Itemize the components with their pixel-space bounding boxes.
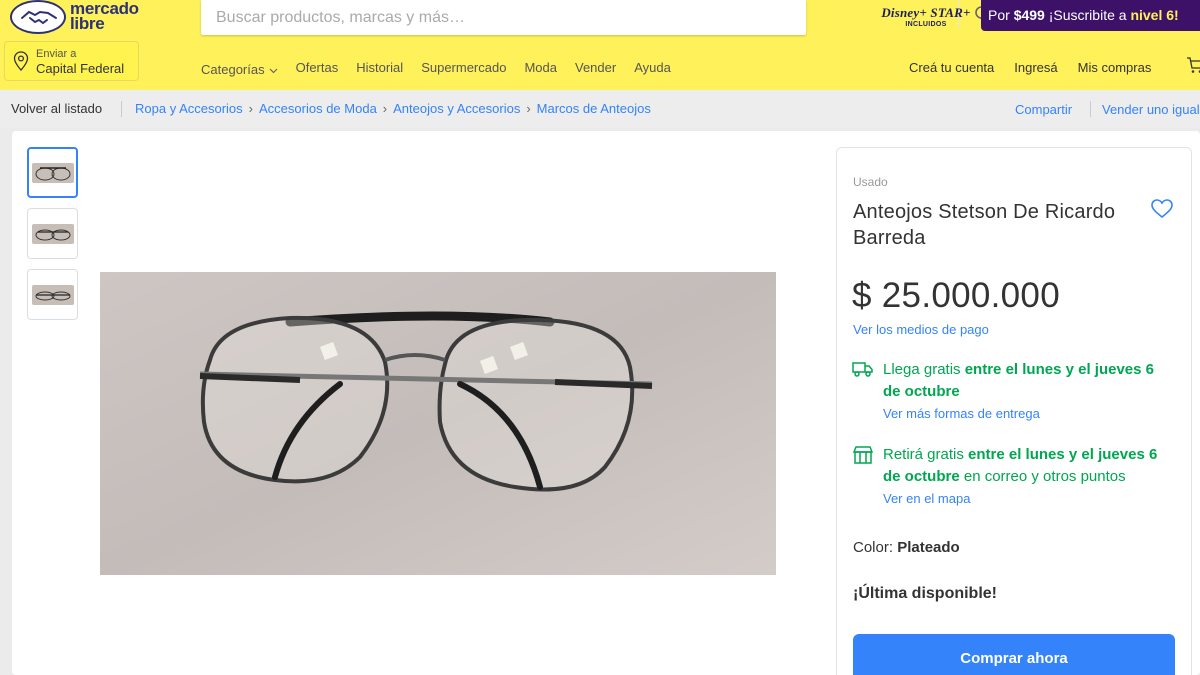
chevron-down-icon [269, 62, 278, 77]
nav-ofertas[interactable]: Ofertas [296, 60, 339, 78]
stock-status: ¡Última disponible! [853, 585, 997, 602]
breadcrumb-item[interactable]: Marcos de Anteojos [537, 101, 651, 116]
nav-moda[interactable]: Moda [524, 60, 557, 78]
favorite-heart-icon[interactable] [1151, 199, 1173, 224]
pickup-pre: Retirá gratis [883, 446, 969, 463]
color-label: Color: [853, 539, 898, 556]
nav-historial[interactable]: Historial [356, 60, 403, 78]
color-value: Plateado [897, 539, 960, 556]
nav-categorias[interactable]: Categorías [201, 60, 278, 78]
user-nav: Creá tu cuenta Ingresá Mis compras [909, 60, 1151, 78]
thumbnail-1[interactable] [27, 147, 78, 198]
shipping-pre: Llega gratis [883, 361, 965, 378]
nav-ayuda[interactable]: Ayuda [634, 60, 671, 78]
location-value: Capital Federal [36, 61, 125, 76]
disney-star-badge[interactable]: Disney+ STAR+ INCLUIDOS [880, 6, 972, 36]
pickup-post: en correo y otros puntos [959, 468, 1126, 485]
promo-middle: ¡Suscribite a [1044, 7, 1131, 23]
create-account-link[interactable]: Creá tu cuenta [909, 60, 994, 78]
nav-supermercado[interactable]: Supermercado [421, 60, 506, 78]
header: mercado libre Disney+ STAR+ INCLUIDOS Po… [0, 0, 1200, 90]
promo-prefix: Por [988, 7, 1014, 23]
product-main-image[interactable] [100, 272, 776, 575]
share-link[interactable]: Compartir [1015, 102, 1072, 117]
condition-label: Usado [853, 175, 888, 189]
nav-vender[interactable]: Vender [575, 60, 616, 78]
chevron-right-icon: › [382, 101, 388, 116]
payment-methods-link[interactable]: Ver los medios de pago [853, 322, 989, 337]
pickup-info: Retirá gratis entre el lunes y el jueves… [883, 444, 1173, 488]
breadcrumb-divider [1090, 101, 1091, 117]
thumbnail-glasses-image [31, 162, 74, 183]
my-purchases-link[interactable]: Mis compras [1078, 60, 1152, 78]
breadcrumb-divider [121, 101, 122, 117]
promo-level: nivel 6! [1130, 7, 1179, 23]
main-nav: Categorías Ofertas Historial Supermercad… [201, 60, 671, 78]
subscription-promo[interactable]: Por $499 ¡Suscribite a nivel 6! [981, 0, 1200, 31]
breadcrumb-bar: Volver al listado Ropa y Accesorios › Ac… [0, 90, 1200, 128]
promo-price: $499 [1013, 7, 1045, 23]
back-to-list-link[interactable]: Volver al listado [11, 101, 102, 116]
thumbnail-glasses-image [31, 284, 74, 305]
chevron-right-icon: › [526, 101, 531, 116]
search-input[interactable] [201, 0, 761, 35]
disney-star-text: Disney+ STAR+ [881, 5, 971, 20]
delivery-location[interactable]: Enviar a Capital Federal [4, 41, 139, 81]
nav-categorias-label: Categorías [201, 61, 265, 77]
thumbnail-3[interactable] [27, 269, 78, 320]
breadcrumb-item[interactable]: Accesorios de Moda [259, 101, 377, 116]
breadcrumb: Ropa y Accesorios › Accesorios de Moda ›… [135, 101, 651, 116]
handshake-icon [10, 0, 66, 34]
breadcrumb-item[interactable]: Ropa y Accesorios [135, 101, 243, 116]
shipping-info: Llega gratis entre el lunes y el jueves … [883, 359, 1173, 403]
logo-text: mercado libre [70, 0, 139, 33]
location-pin-icon [13, 51, 29, 76]
disney-included-text: INCLUIDOS [905, 21, 947, 28]
location-label: Enviar a [36, 48, 77, 60]
thumbnail-2[interactable] [27, 208, 78, 259]
search-bar [201, 0, 991, 35]
product-title: Anteojos Stetson De Ricardo Barreda [853, 201, 1116, 249]
view-map-link[interactable]: Ver en el mapa [883, 491, 970, 506]
more-delivery-options-link[interactable]: Ver más formas de entrega [883, 406, 1040, 421]
product-price: $ 25.000.000 [852, 276, 1060, 315]
mercadolibre-logo[interactable]: mercado libre [10, 0, 160, 36]
cart-icon[interactable] [1186, 56, 1200, 79]
thumbnail-glasses-image [31, 223, 74, 244]
chevron-right-icon: › [248, 101, 254, 116]
breadcrumb-item[interactable]: Anteojos y Accesorios [393, 101, 520, 116]
truck-icon [852, 360, 874, 383]
color-info: Color: Plateado [853, 539, 960, 556]
buy-now-button[interactable]: Comprar ahora [853, 634, 1175, 675]
login-link[interactable]: Ingresá [1014, 60, 1057, 78]
store-icon [852, 446, 874, 469]
sell-similar-link[interactable]: Vender uno igual [1102, 102, 1200, 117]
